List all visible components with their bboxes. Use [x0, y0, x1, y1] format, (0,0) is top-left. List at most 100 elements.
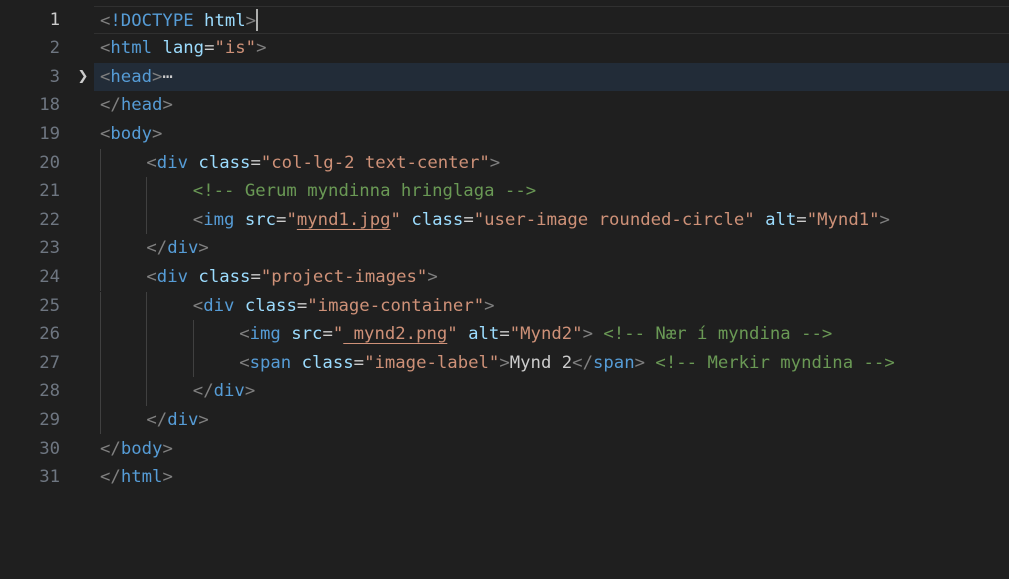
code-token-punc: <	[192, 295, 204, 316]
code-line-content[interactable]: </body>	[94, 435, 1009, 464]
code-line-content[interactable]: </head>	[94, 91, 1009, 120]
code-text: <div class="image-container">	[193, 292, 495, 321]
code-line[interactable]: 3 ❯ <head>⋯	[0, 62, 1009, 92]
code-token-punc: >	[198, 409, 209, 430]
line-number: 1	[49, 9, 60, 30]
code-token-str-u: mynd1.jpg	[296, 209, 391, 230]
code-token-tag: div	[213, 381, 245, 402]
code-token-attr: lang	[162, 38, 205, 59]
code-line[interactable]: 29 </div>	[0, 406, 1009, 435]
code-token-punc: </	[100, 95, 121, 116]
code-line-content[interactable]: </div>	[94, 377, 1009, 406]
code-line-content[interactable]: <html lang="is">	[94, 34, 1009, 63]
code-token-eq: =	[250, 152, 261, 173]
code-token-attr: alt	[468, 324, 500, 345]
code-line-content[interactable]: <div class="image-container">	[94, 292, 1009, 321]
code-line[interactable]: 22 <img src="mynd1.jpg" class="user-image…	[0, 206, 1009, 235]
code-token-punc: <	[239, 324, 250, 345]
line-number: 24	[39, 266, 60, 287]
indent-guide	[100, 177, 101, 206]
code-line-content[interactable]: <img src="mynd1.jpg" class="user-image r…	[94, 206, 1009, 235]
line-number: 20	[39, 152, 60, 173]
code-token-str: "	[286, 209, 297, 230]
code-text: <html lang="is">	[100, 34, 267, 63]
code-line-content[interactable]: </div>	[94, 406, 1009, 435]
indent-guide	[100, 234, 101, 263]
code-line[interactable]: 30 </body>	[0, 435, 1009, 464]
text-cursor	[256, 8, 259, 31]
code-line-content[interactable]: <body>	[94, 120, 1009, 149]
line-number: 30	[39, 438, 60, 459]
line-number: 19	[39, 123, 60, 144]
line-number: 29	[39, 409, 60, 430]
code-line[interactable]: 31 </html>	[0, 463, 1009, 492]
code-text: <body>	[100, 120, 162, 149]
code-line-content[interactable]: <!DOCTYPE html>	[94, 5, 1009, 35]
code-line[interactable]: 26 <img src=" mynd2.png" alt="Mynd2"> <!-…	[0, 320, 1009, 349]
code-token-punc: <	[100, 38, 111, 59]
code-token-tag: div	[156, 152, 189, 173]
code-token-tag: span	[249, 352, 292, 373]
code-line[interactable]: 28 </div>	[0, 377, 1009, 406]
indent-guide	[100, 205, 101, 235]
code-text: </body>	[100, 435, 173, 464]
code-line-content[interactable]: <head>⋯	[94, 62, 1009, 92]
code-line-content[interactable]: <img src=" mynd2.png" alt="Mynd2"> <!-- …	[94, 320, 1009, 349]
code-token-punc: >	[256, 38, 267, 59]
line-number: 22	[39, 209, 60, 230]
code-token-str: "user-image rounded-circle"	[473, 209, 755, 230]
indent-guide	[146, 177, 148, 206]
code-token-punc: >	[152, 123, 163, 144]
code-line[interactable]: 24 <div class="project-images">	[0, 263, 1009, 292]
code-token-fold: ⋯	[162, 66, 173, 87]
line-number: 27	[39, 352, 60, 373]
code-line[interactable]: 25 <div class="image-container">	[0, 292, 1009, 321]
code-line[interactable]: 1 <!DOCTYPE html>	[0, 5, 1009, 35]
code-token-eq: =	[276, 209, 287, 230]
code-token-punc: <	[100, 10, 111, 31]
code-line[interactable]: 19 <body>	[0, 120, 1009, 149]
indent-guide	[146, 205, 148, 235]
code-token-com: <!-- Gerum myndinna hringlaga -->	[192, 181, 537, 202]
code-line-content[interactable]: </div>	[94, 234, 1009, 263]
code-token-attr: class	[301, 352, 354, 373]
code-line[interactable]: 27 <span class="image-label">Mynd 2</span…	[0, 349, 1009, 378]
code-text: <div class="col-lg-2 text-center">	[146, 149, 500, 178]
code-line-content[interactable]: </html>	[94, 463, 1009, 492]
code-line[interactable]: 20 <div class="col-lg-2 text-center">	[0, 149, 1009, 178]
code-editor[interactable]: 1 <!DOCTYPE html> 2 <html lang="is"> 3 ❯ <head…	[0, 0, 1009, 579]
indent-guide	[146, 377, 148, 406]
code-token-eq: =	[204, 38, 215, 59]
code-line-content[interactable]: <div class="project-images">	[94, 263, 1009, 292]
code-line[interactable]: 2 <html lang="is">	[0, 34, 1009, 63]
code-token-str: "	[332, 324, 344, 345]
code-token-punc: </	[100, 467, 121, 488]
code-line-content[interactable]: <span class="image-label">Mynd 2</span> …	[94, 349, 1009, 378]
indent-guide	[192, 348, 194, 378]
code-token-str: "image-container"	[307, 295, 485, 316]
code-token-tag: html	[120, 467, 163, 488]
code-line-content[interactable]: <!-- Gerum myndinna hringlaga -->	[94, 177, 1009, 206]
code-token-tag: html	[110, 38, 153, 59]
code-line-content[interactable]: <div class="col-lg-2 text-center">	[94, 149, 1009, 178]
indent-guide	[146, 348, 148, 378]
indent-guide	[146, 320, 148, 349]
indent-guide	[100, 377, 101, 406]
code-token-punc: >	[489, 152, 501, 173]
code-line[interactable]: 18 </head>	[0, 91, 1009, 120]
code-line[interactable]: 23 </div>	[0, 234, 1009, 263]
line-number: 28	[39, 381, 60, 402]
code-line[interactable]: 21 <!-- Gerum myndinna hringlaga -->	[0, 177, 1009, 206]
code-token-punc: <	[146, 152, 157, 173]
code-token-eq: =	[296, 295, 308, 316]
code-token-eq: =	[250, 266, 261, 287]
chevron-right-icon[interactable]: ❯	[74, 63, 92, 92]
line-number: 21	[39, 181, 60, 202]
